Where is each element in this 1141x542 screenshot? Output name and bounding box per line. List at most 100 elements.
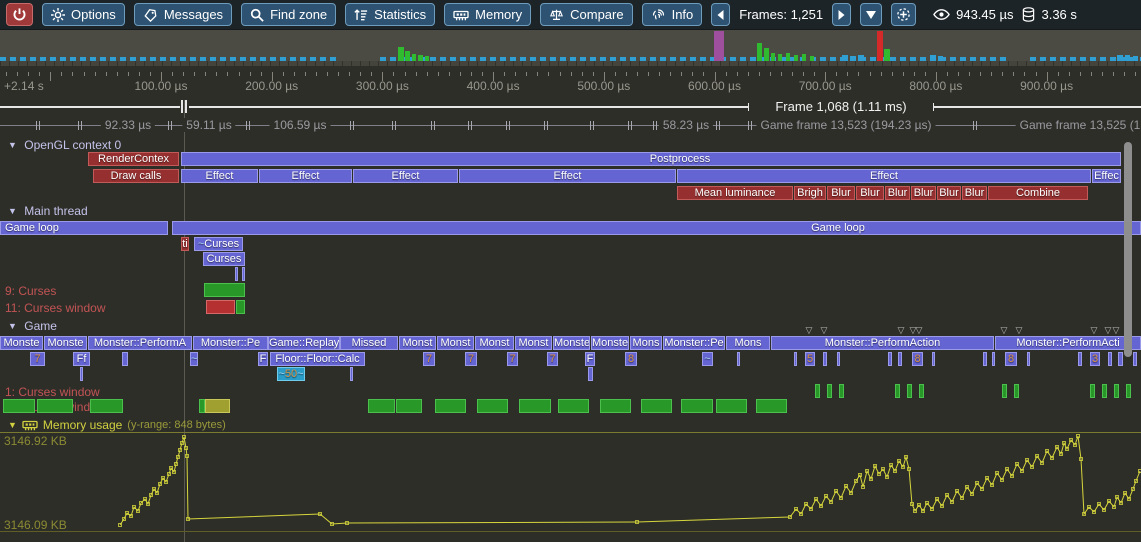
compare-button[interactable]: Compare	[540, 3, 632, 26]
message-marker-icon[interactable]: ▽	[806, 326, 813, 334]
zone-box[interactable]	[558, 399, 589, 413]
statistics-button[interactable]: Statistics	[345, 3, 435, 26]
zone-box[interactable]	[1078, 352, 1082, 366]
zone-box-monst[interactable]: Monst	[475, 336, 514, 350]
zone-box-monst[interactable]: Monst	[399, 336, 436, 350]
scrollbar-thumb[interactable]	[1124, 142, 1132, 357]
zone-box[interactable]	[3, 399, 35, 413]
zone-box[interactable]	[519, 399, 551, 413]
memory-usage-plot[interactable]	[0, 432, 1141, 542]
frame-separator[interactable]	[78, 121, 82, 130]
zone-box-blur[interactable]: Blur	[937, 186, 961, 200]
next-frame-button[interactable]	[832, 3, 851, 26]
zone-box-draw-calls[interactable]: Draw calls	[93, 169, 179, 183]
frame-bar-red[interactable]	[877, 31, 883, 61]
zone-box-3[interactable]: 3	[1090, 352, 1100, 366]
frame-span-label[interactable]: 106.59 µs	[270, 118, 331, 132]
zone-box[interactable]	[37, 399, 73, 413]
frame-separator[interactable]	[431, 121, 435, 130]
frame-separator[interactable]	[36, 121, 40, 130]
zone-box[interactable]	[681, 399, 713, 413]
zone-box-combine[interactable]: Combine	[988, 186, 1088, 200]
zone-box-monste[interactable]: Monste	[553, 336, 590, 350]
zone-box-effect[interactable]: Effect	[259, 169, 352, 183]
zone-box-8[interactable]: 8	[1005, 352, 1017, 366]
frame-bar-green[interactable]	[778, 54, 782, 61]
zone-box-curses[interactable]: ~Curses	[194, 237, 243, 251]
zone-box[interactable]	[839, 384, 844, 398]
frame-bar-green[interactable]	[405, 51, 410, 61]
zone-box-7[interactable]: 7	[547, 352, 558, 366]
zone-box[interactable]	[837, 352, 840, 366]
zone-box-blur[interactable]: Blur	[885, 186, 910, 200]
zone-box-monste[interactable]: Monste	[0, 336, 43, 350]
section-header-game[interactable]: ▼ Game	[8, 319, 57, 333]
frame-separator[interactable]	[506, 121, 510, 130]
zone-box-effect[interactable]: Effect	[677, 169, 1091, 183]
zone-box[interactable]	[827, 384, 832, 398]
frame-separator[interactable]	[973, 121, 977, 130]
zone-box[interactable]	[236, 300, 245, 314]
zone-box[interactable]	[794, 352, 797, 366]
zone-box[interactable]	[895, 384, 900, 398]
frame-separator[interactable]	[168, 121, 172, 130]
zone-box-zone[interactable]: ~	[702, 352, 713, 366]
power-button[interactable]	[6, 3, 33, 26]
zone-box-mons[interactable]: Mons	[630, 336, 662, 350]
find-zone-button[interactable]: Find zone	[241, 3, 336, 26]
zone-box[interactable]	[815, 384, 820, 398]
zone-box-zone[interactable]: ~	[190, 352, 198, 366]
zone-box-blur[interactable]: Blur	[827, 186, 855, 200]
zone-box[interactable]	[983, 352, 987, 366]
zone-box-game-loop[interactable]: Game loop	[0, 221, 168, 235]
frame-span-label[interactable]: 59.11 µs	[182, 118, 235, 132]
zone-box[interactable]	[242, 267, 245, 281]
zone-box-monst[interactable]: Monst	[515, 336, 552, 350]
zone-box-monster-performaction[interactable]: Monster::PerformAction	[771, 336, 994, 350]
frame-set-dropdown-button[interactable]	[860, 3, 882, 26]
message-marker-icon[interactable]: ▽	[1105, 326, 1112, 334]
zone-box-blur[interactable]: Blur	[962, 186, 987, 200]
frame-bar-green[interactable]	[757, 43, 762, 61]
zone-box-monster-performacti[interactable]: Monster::PerformActi	[995, 336, 1141, 350]
zone-box-mons[interactable]: Mons	[726, 336, 770, 350]
frame-separator[interactable]	[246, 121, 250, 130]
zone-box-curses[interactable]: Curses	[203, 252, 245, 266]
zone-box-7[interactable]: 7	[507, 352, 518, 366]
frame-separator[interactable]	[590, 121, 594, 130]
zone-box[interactable]	[477, 399, 508, 413]
zone-box-f[interactable]: F	[258, 352, 268, 366]
message-marker-icon[interactable]: ▽	[1113, 326, 1120, 334]
zone-box[interactable]	[932, 352, 935, 366]
frame-separator[interactable]	[653, 121, 657, 130]
zone-box[interactable]	[90, 399, 123, 413]
zone-box[interactable]	[716, 399, 747, 413]
zone-box[interactable]	[907, 384, 912, 398]
zone-box[interactable]	[235, 267, 238, 281]
frames-overview-strip[interactable]	[0, 30, 1141, 66]
frame-span-label[interactable]: Game frame 13,525 (1	[1016, 118, 1141, 132]
zone-box[interactable]	[823, 352, 827, 366]
zone-box-monster-performa[interactable]: Monster::PerformA	[88, 336, 192, 350]
section-header-opengl-context-0[interactable]: ▼ OpenGL context 0	[8, 138, 121, 152]
info-button[interactable]: Info	[642, 3, 703, 26]
frame-separator[interactable]	[392, 121, 396, 130]
zone-box-monste[interactable]: Monste	[591, 336, 629, 350]
message-marker-icon[interactable]: ▽	[916, 326, 923, 334]
zone-box-effect[interactable]: Effect	[459, 169, 676, 183]
center-view-button[interactable]	[891, 3, 916, 26]
message-marker-icon[interactable]: ▽	[898, 326, 905, 334]
frame-bar-green[interactable]	[412, 54, 416, 61]
zone-box-ti[interactable]: ti	[181, 237, 189, 251]
frame-bar-green[interactable]	[771, 53, 775, 61]
message-marker-icon[interactable]: ▽	[1016, 326, 1023, 334]
messages-button[interactable]: Messages	[134, 3, 232, 26]
zone-box[interactable]	[588, 367, 593, 381]
timeline-view[interactable]: +2.14 s 100.00 µs200.00 µs300.00 µs400.0…	[0, 66, 1141, 542]
zone-box[interactable]	[204, 283, 245, 297]
frame-span-label[interactable]: 58.23 µs	[659, 118, 713, 132]
zone-box-rendercontex[interactable]: RenderContex	[88, 152, 179, 166]
frame-bar-green[interactable]	[802, 54, 806, 61]
zone-box[interactable]	[350, 367, 353, 381]
zone-box-7[interactable]: 7	[30, 352, 45, 366]
